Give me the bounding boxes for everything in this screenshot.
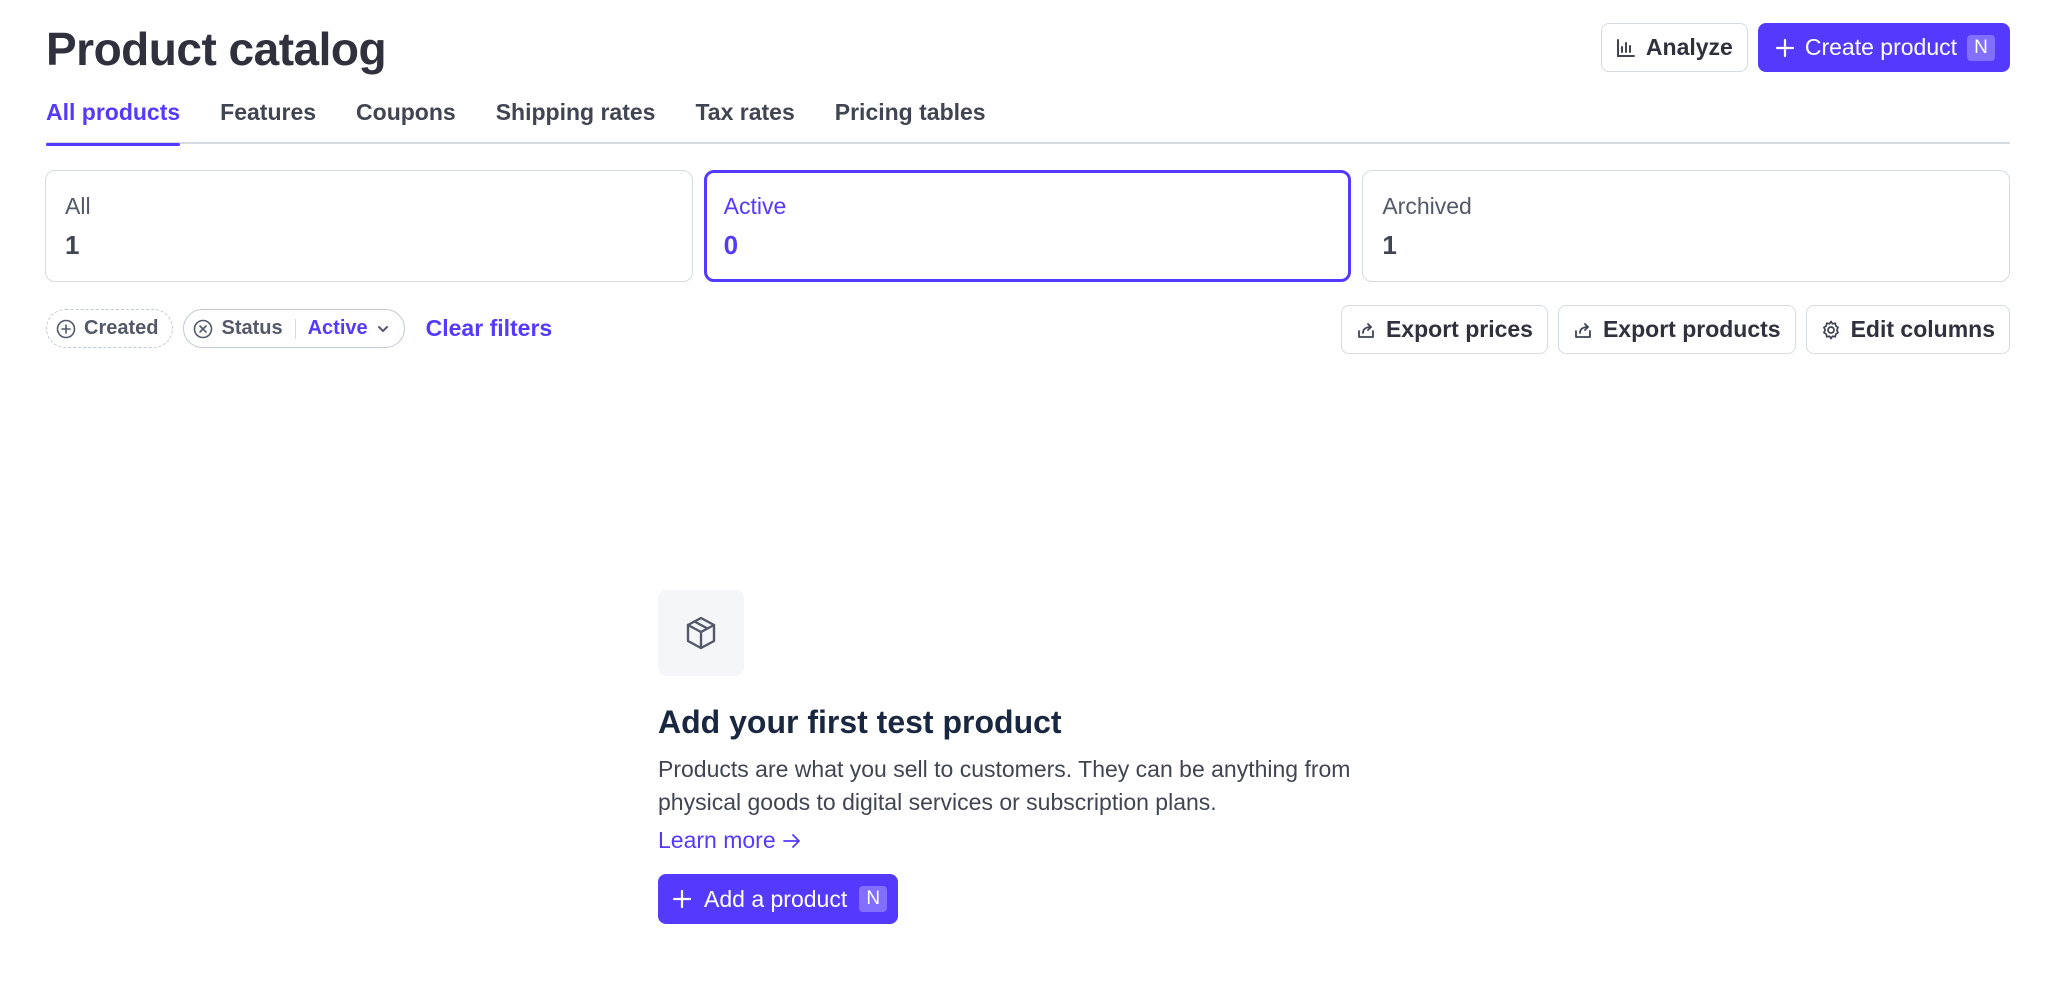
tab-features[interactable]: Features [220,94,316,144]
status-card-archived[interactable]: Archived 1 [1362,170,2011,282]
tab-all-products[interactable]: All products [46,94,181,146]
status-card-all[interactable]: All 1 [45,170,693,282]
header-actions: Analyze Create product N [1600,23,2010,72]
status-card-label: Archived [1382,193,1472,219]
chip-divider [294,318,296,339]
edit-columns-label: Edit columns [1850,316,1995,342]
status-filter-value: Active [307,317,368,339]
status-card-count: 1 [1382,230,1397,260]
plus-icon [672,889,692,909]
arrow-right-icon [782,831,802,851]
empty-state: Add your first test product Products are… [658,590,1418,924]
plus-circle-icon [56,319,76,339]
status-card-label: All [65,193,91,219]
create-product-label: Create product [1804,34,1957,60]
chevron-down-icon [376,322,390,336]
product-catalog-page: Product catalog Analyze Create product N… [0,0,2048,998]
status-filter-chip[interactable]: Status Active [183,309,405,348]
empty-state-description: Products are what you sell to customers.… [658,756,1351,815]
status-card-active[interactable]: Active 0 [703,170,1352,282]
status-card-label: Active [723,193,787,219]
empty-state-title: Add your first test product [658,704,1062,740]
analyze-label: Analyze [1645,34,1733,60]
edit-columns-button[interactable]: Edit columns [1805,305,2010,354]
plus-icon [1775,38,1795,58]
clear-filters-link[interactable]: Clear filters [426,315,553,342]
close-circle-icon[interactable] [193,319,213,339]
table-actions: Export prices Export products Edit colum… [1340,305,2010,354]
status-card-count: 0 [723,230,739,260]
status-card-count: 1 [65,230,80,260]
catalog-tabs: All products Features Coupons Shipping r… [46,94,2010,146]
box-icon-container [658,590,744,676]
tab-tax-rates[interactable]: Tax rates [695,94,794,144]
status-filter-label: Status [221,317,283,339]
add-product-button[interactable]: Add a product N [658,874,899,924]
create-product-button[interactable]: Create product N [1757,23,2010,72]
filter-bar: Created Status Active Clear filters [46,309,552,348]
export-products-button[interactable]: Export products [1557,305,1796,354]
status-cards: All 1 Active 0 Archived 1 [45,170,2011,282]
learn-more-link[interactable]: Learn more [658,827,802,854]
bar-chart-icon [1616,38,1636,58]
box-icon [683,615,719,651]
keyboard-shortcut-badge: N [1967,34,1995,61]
created-filter-label: Created [84,317,159,339]
keyboard-shortcut-badge: N [859,886,888,912]
analyze-button[interactable]: Analyze [1600,23,1748,72]
gear-icon [1821,320,1841,340]
export-prices-button[interactable]: Export prices [1340,305,1548,354]
add-product-label: Add a product [704,885,848,912]
learn-more-label: Learn more [658,827,776,853]
export-icon [1573,320,1593,340]
tab-coupons[interactable]: Coupons [356,94,456,144]
export-prices-label: Export prices [1385,316,1533,342]
tab-shipping-rates[interactable]: Shipping rates [496,94,656,144]
created-filter-chip[interactable]: Created [46,309,174,348]
export-icon [1356,320,1376,340]
tab-pricing-tables[interactable]: Pricing tables [835,94,986,144]
export-products-label: Export products [1602,316,1781,342]
page-title: Product catalog [46,23,387,75]
